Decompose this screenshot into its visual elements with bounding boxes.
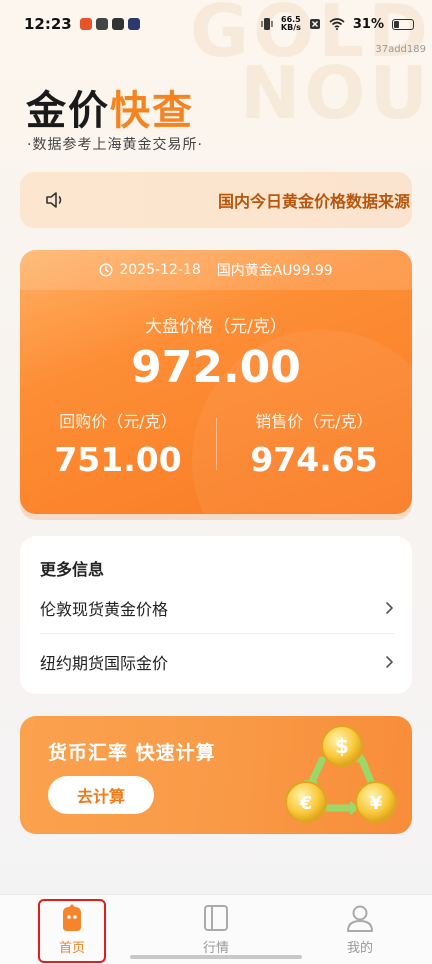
london-gold-label: 伦敦现货黄金价格 [40, 599, 169, 619]
video-notification-icon [127, 18, 140, 30]
network-speed-unit: KB/s [280, 23, 301, 32]
currency-card-title: 货币汇率 快速计算 [48, 742, 216, 764]
mail-notification-icon [111, 18, 124, 30]
newyork-gold-label: 纽约期货国际金价 [40, 654, 169, 673]
version-tag: 37add189 [375, 44, 426, 55]
status-time: 12:23 [24, 15, 72, 33]
sell-price: 销售价（元/克） 974.65 [216, 408, 412, 479]
svg-text:¥: ¥ [370, 793, 383, 814]
nav-home[interactable]: 首页 [0, 895, 144, 964]
speaker-icon [46, 192, 62, 208]
title-part-dark: 金价 [26, 88, 110, 134]
more-info-title: 更多信息 [40, 560, 105, 579]
network-speed: 66.5 KB/s [281, 16, 301, 32]
notice-text: 国内今日黄金价格数据来源 [218, 192, 411, 211]
bottom-navigation: 首页 行情 我的 [0, 894, 432, 964]
home-icon [63, 904, 81, 931]
chevron-right-icon [386, 601, 393, 614]
more-info-card: 更多信息 伦敦现货黄金价格 纽约期货国际金价 [20, 536, 412, 694]
price-date: 2025-12-18 [119, 262, 201, 278]
main-price-label: 大盘价格（元/克） [145, 317, 287, 337]
wifi-icon [329, 18, 345, 30]
app-title: 金价快查 [26, 78, 194, 136]
chevron-right-icon [386, 656, 393, 668]
product-name: 国内黄金AU99.99 [216, 263, 333, 279]
buyback-price-value: 751.00 [54, 440, 182, 479]
app-notification-icon [95, 18, 108, 30]
profile-icon [347, 905, 373, 932]
sell-price-value: 974.65 [250, 440, 378, 479]
notice-banner[interactable]: 国内今日黄金价格数据来源 [20, 172, 412, 228]
nav-market-label: 行情 [202, 941, 229, 956]
gold-price-card: 2025-12-18 国内黄金AU99.99 大盘价格（元/克） 972.00 … [20, 250, 412, 514]
status-bar: 12:23 66.5 KB/s 31% [0, 0, 432, 48]
app-notification-icon [79, 18, 92, 30]
main-price-value: 972.00 [131, 342, 301, 393]
buyback-price-label: 回购价（元/克） [59, 412, 177, 431]
page-subtitle: ·数据参考上海黄金交易所· [27, 137, 203, 153]
status-indicators: 66.5 KB/s 31% [261, 16, 414, 32]
london-gold-link[interactable]: 伦敦现货黄金价格 [40, 582, 394, 634]
market-icon [204, 905, 228, 931]
vibrate-icon [261, 18, 273, 30]
currency-calculator-card[interactable]: 货币汇率 快速计算 去计算 $ € ¥ [20, 716, 412, 834]
title-part-accent: 快查 [110, 88, 194, 134]
svg-text:€: € [299, 793, 313, 814]
sell-price-label: 销售价（元/克） [255, 412, 373, 431]
nav-home-label: 首页 [58, 941, 85, 956]
no-sim-icon [309, 19, 320, 29]
notification-icons [79, 18, 140, 30]
newyork-gold-link[interactable]: 纽约期货国际金价 [40, 636, 394, 688]
currency-exchange-illustration: $ € ¥ [285, 725, 397, 823]
buyback-price: 回购价（元/克） 751.00 [20, 408, 216, 479]
clock-icon [99, 263, 113, 277]
battery-percent: 31% [352, 16, 384, 32]
nav-profile-label: 我的 [346, 941, 373, 956]
battery-icon [392, 18, 414, 30]
go-calculate-button[interactable]: 去计算 [48, 776, 154, 814]
card-header: 2025-12-18 国内黄金AU99.99 [20, 250, 412, 290]
nav-profile[interactable]: 我的 [288, 895, 432, 964]
home-indicator [130, 955, 302, 959]
nav-market[interactable]: 行情 [144, 895, 288, 964]
svg-text:$: $ [335, 734, 349, 758]
